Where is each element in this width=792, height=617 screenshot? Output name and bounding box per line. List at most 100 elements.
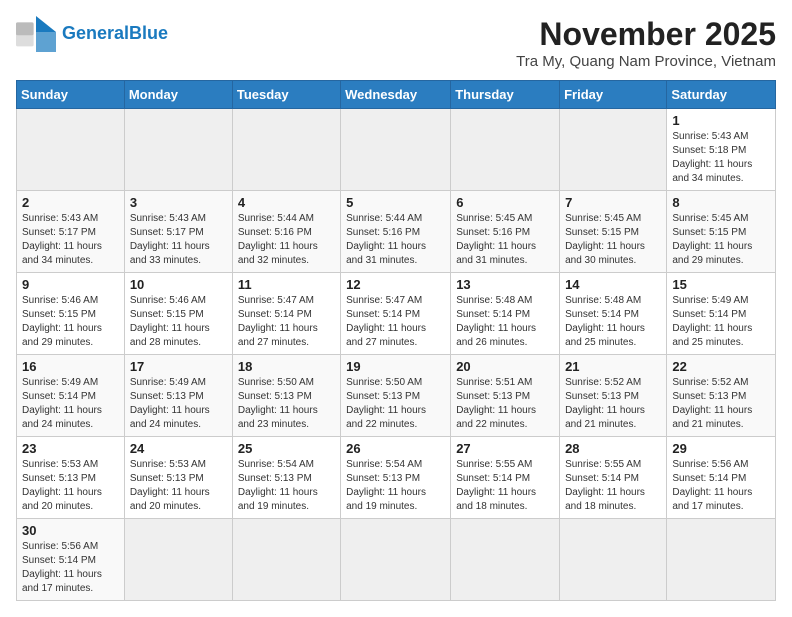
- calendar-day-cell: [124, 109, 232, 191]
- calendar-day-cell: 3Sunrise: 5:43 AM Sunset: 5:17 PM Daylig…: [124, 191, 232, 273]
- day-info: Sunrise: 5:53 AM Sunset: 5:13 PM Dayligh…: [130, 458, 227, 514]
- calendar-day-cell: [124, 519, 232, 601]
- calendar-day-cell: 25 Sunrise: 5:54 AM Sunset: 5:13 PM Dayli…: [232, 437, 340, 519]
- day-number: 7: [565, 195, 661, 210]
- calendar-day-cell: [451, 109, 560, 191]
- day-info: Sunrise: 5:51 AM Sunset: 5:13 PM Dayligh…: [456, 376, 554, 432]
- calendar-day-cell: 7Sunrise: 5:45 AM Sunset: 5:15 PM Daylig…: [560, 191, 667, 273]
- day-number: 15: [672, 277, 770, 292]
- calendar-day-cell: 11Sunrise: 5:47 AM Sunset: 5:14 PM Dayli…: [232, 273, 340, 355]
- day-number: 20: [456, 359, 554, 374]
- day-number: 27: [456, 441, 554, 456]
- calendar-day-cell: [17, 109, 125, 191]
- day-info: Sunrise: 5:47 AM Sunset: 5:14 PM Dayligh…: [346, 294, 445, 350]
- calendar-day-cell: 5 Sunrise: 5:44 AM Sunset: 5:16 PM Daylig…: [341, 191, 451, 273]
- day-number: 5: [346, 195, 445, 210]
- day-info: Sunrise: 5:45 AM Sunset: 5:16 PM Dayligh…: [456, 212, 554, 268]
- calendar-day-cell: 22Sunrise: 5:52 AM Sunset: 5:13 PM Dayli…: [667, 355, 776, 437]
- calendar-day-cell: [232, 519, 340, 601]
- weekday-header-wednesday: Wednesday: [341, 81, 451, 109]
- calendar-day-cell: [560, 519, 667, 601]
- day-info: Sunrise: 5:49 AM Sunset: 5:13 PM Dayligh…: [130, 376, 227, 432]
- day-info: Sunrise: 5:49 AM Sunset: 5:14 PM Dayligh…: [672, 294, 770, 350]
- calendar-day-cell: 8Sunrise: 5:45 AM Sunset: 5:15 PM Daylig…: [667, 191, 776, 273]
- calendar-day-cell: 19 Sunrise: 5:50 AM Sunset: 5:13 PM Dayli…: [341, 355, 451, 437]
- page-header: GeneralBlue November 2025 Tra My, Quang …: [16, 16, 776, 70]
- day-info: Sunrise: 5:43 AM Sunset: 5:17 PM Dayligh…: [130, 212, 227, 268]
- logo-general: General: [62, 23, 129, 43]
- day-info: Sunrise: 5:46 AM Sunset: 5:15 PM Dayligh…: [130, 294, 227, 350]
- logo-icon: [16, 16, 56, 52]
- calendar-week-row: 23Sunrise: 5:53 AM Sunset: 5:13 PM Dayli…: [17, 437, 776, 519]
- calendar-day-cell: 29 Sunrise: 5:56 AM Sunset: 5:14 PM Dayli…: [667, 437, 776, 519]
- calendar-day-cell: 23Sunrise: 5:53 AM Sunset: 5:13 PM Dayli…: [17, 437, 125, 519]
- day-number: 29: [672, 441, 770, 456]
- day-number: 14: [565, 277, 661, 292]
- calendar-table: SundayMondayTuesdayWednesdayThursdayFrid…: [16, 80, 776, 601]
- day-info: Sunrise: 5:54 AM Sunset: 5:13 PM Dayligh…: [346, 458, 445, 514]
- calendar-day-cell: [341, 519, 451, 601]
- calendar-week-row: 16Sunrise: 5:49 AM Sunset: 5:14 PM Dayli…: [17, 355, 776, 437]
- calendar-day-cell: 16Sunrise: 5:49 AM Sunset: 5:14 PM Dayli…: [17, 355, 125, 437]
- calendar-day-cell: 24 Sunrise: 5:53 AM Sunset: 5:13 PM Dayli…: [124, 437, 232, 519]
- day-info: Sunrise: 5:56 AM Sunset: 5:14 PM Dayligh…: [22, 540, 119, 596]
- day-info: Sunrise: 5:44 AM Sunset: 5:16 PM Dayligh…: [346, 212, 445, 268]
- day-info: Sunrise: 5:43 AM Sunset: 5:18 PM Dayligh…: [672, 130, 770, 186]
- day-info: Sunrise: 5:47 AM Sunset: 5:14 PM Dayligh…: [238, 294, 335, 350]
- calendar-day-cell: 17 Sunrise: 5:49 AM Sunset: 5:13 PM Dayli…: [124, 355, 232, 437]
- weekday-header-tuesday: Tuesday: [232, 81, 340, 109]
- calendar-day-cell: 15 Sunrise: 5:49 AM Sunset: 5:14 PM Dayli…: [667, 273, 776, 355]
- day-info: Sunrise: 5:48 AM Sunset: 5:14 PM Dayligh…: [565, 294, 661, 350]
- day-info: Sunrise: 5:55 AM Sunset: 5:14 PM Dayligh…: [456, 458, 554, 514]
- calendar-day-cell: 6 Sunrise: 5:45 AM Sunset: 5:16 PM Daylig…: [451, 191, 560, 273]
- calendar-day-cell: 9 Sunrise: 5:46 AM Sunset: 5:15 PM Daylig…: [17, 273, 125, 355]
- calendar-day-cell: 1 Sunrise: 5:43 AM Sunset: 5:18 PM Daylig…: [667, 109, 776, 191]
- day-number: 25: [238, 441, 335, 456]
- logo-blue: Blue: [129, 23, 168, 43]
- calendar-week-row: 2Sunrise: 5:43 AM Sunset: 5:17 PM Daylig…: [17, 191, 776, 273]
- day-info: Sunrise: 5:44 AM Sunset: 5:16 PM Dayligh…: [238, 212, 335, 268]
- calendar-day-cell: 10 Sunrise: 5:46 AM Sunset: 5:15 PM Dayli…: [124, 273, 232, 355]
- day-info: Sunrise: 5:56 AM Sunset: 5:14 PM Dayligh…: [672, 458, 770, 514]
- day-info: Sunrise: 5:43 AM Sunset: 5:17 PM Dayligh…: [22, 212, 119, 268]
- day-number: 1: [672, 113, 770, 128]
- calendar-day-cell: [451, 519, 560, 601]
- calendar-day-cell: 20 Sunrise: 5:51 AM Sunset: 5:13 PM Dayli…: [451, 355, 560, 437]
- day-number: 28: [565, 441, 661, 456]
- day-number: 6: [456, 195, 554, 210]
- weekday-header-friday: Friday: [560, 81, 667, 109]
- day-info: Sunrise: 5:45 AM Sunset: 5:15 PM Dayligh…: [672, 212, 770, 268]
- calendar-day-cell: 13Sunrise: 5:48 AM Sunset: 5:14 PM Dayli…: [451, 273, 560, 355]
- calendar-day-cell: [667, 519, 776, 601]
- day-info: Sunrise: 5:46 AM Sunset: 5:15 PM Dayligh…: [22, 294, 119, 350]
- weekday-header-thursday: Thursday: [451, 81, 560, 109]
- calendar-week-row: 9 Sunrise: 5:46 AM Sunset: 5:15 PM Daylig…: [17, 273, 776, 355]
- month-title: November 2025: [516, 16, 776, 53]
- day-number: 18: [238, 359, 335, 374]
- day-number: 30: [22, 523, 119, 538]
- day-number: 13: [456, 277, 554, 292]
- day-info: Sunrise: 5:52 AM Sunset: 5:13 PM Dayligh…: [565, 376, 661, 432]
- weekday-header-monday: Monday: [124, 81, 232, 109]
- title-block: November 2025 Tra My, Quang Nam Province…: [516, 16, 776, 70]
- day-number: 24: [130, 441, 227, 456]
- calendar-day-cell: [341, 109, 451, 191]
- day-info: Sunrise: 5:52 AM Sunset: 5:13 PM Dayligh…: [672, 376, 770, 432]
- calendar-day-cell: 26 Sunrise: 5:54 AM Sunset: 5:13 PM Dayli…: [341, 437, 451, 519]
- calendar-day-cell: 30 Sunrise: 5:56 AM Sunset: 5:14 PM Dayli…: [17, 519, 125, 601]
- day-info: Sunrise: 5:54 AM Sunset: 5:13 PM Dayligh…: [238, 458, 335, 514]
- day-number: 17: [130, 359, 227, 374]
- day-number: 26: [346, 441, 445, 456]
- calendar-day-cell: 2Sunrise: 5:43 AM Sunset: 5:17 PM Daylig…: [17, 191, 125, 273]
- day-info: Sunrise: 5:53 AM Sunset: 5:13 PM Dayligh…: [22, 458, 119, 514]
- day-number: 9: [22, 277, 119, 292]
- calendar-day-cell: [232, 109, 340, 191]
- weekday-header-row: SundayMondayTuesdayWednesdayThursdayFrid…: [17, 81, 776, 109]
- location-subtitle: Tra My, Quang Nam Province, Vietnam: [516, 53, 776, 70]
- calendar-day-cell: 4Sunrise: 5:44 AM Sunset: 5:16 PM Daylig…: [232, 191, 340, 273]
- day-info: Sunrise: 5:50 AM Sunset: 5:13 PM Dayligh…: [346, 376, 445, 432]
- day-number: 10: [130, 277, 227, 292]
- calendar-day-cell: 12Sunrise: 5:47 AM Sunset: 5:14 PM Dayli…: [341, 273, 451, 355]
- day-number: 19: [346, 359, 445, 374]
- day-info: Sunrise: 5:49 AM Sunset: 5:14 PM Dayligh…: [22, 376, 119, 432]
